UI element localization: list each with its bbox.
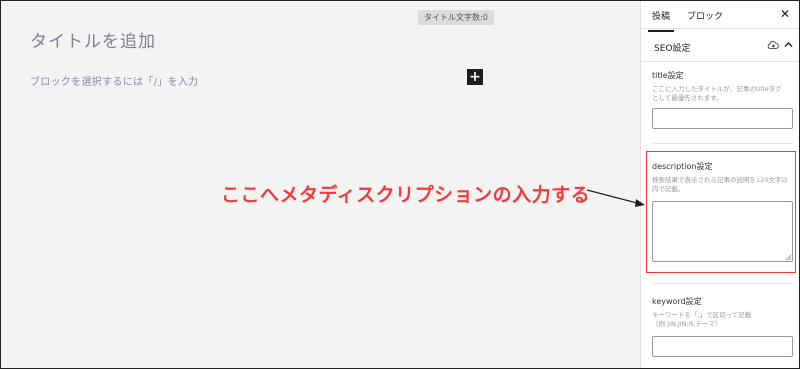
block-prompt[interactable]: ブロックを選択するには「/」を入力 [30,73,198,88]
sidebar-tabs: 投稿 ブロック ✕ [641,1,799,32]
app-frame: タイトル文字数:0 タイトルを追加 ブロックを選択するには「/」を入力 + 投稿… [0,0,800,369]
cloud-icon [767,40,779,49]
keyword-setting-label: keyword設定 [652,297,702,306]
annotation-text: ここへメタディスクリプションの入力する [221,184,591,206]
tab-post[interactable]: 投稿 [647,9,675,32]
add-block-button[interactable]: + [467,69,483,85]
keyword-setting-input[interactable] [652,336,793,357]
close-icon[interactable]: ✕ [780,7,790,21]
seo-panel-header[interactable]: SEO設定 [641,29,799,62]
keyword-setting-help: キーワードを「,」で区切って記載（例:JIN,JIN:R,テーマ） [652,311,752,328]
title-setting-label: title設定 [652,71,684,80]
description-setting-label: description設定 [652,162,713,171]
divider [652,143,793,144]
tab-block[interactable]: ブロック [687,9,723,22]
post-title-input[interactable]: タイトルを追加 [30,27,156,52]
description-setting-textarea[interactable] [652,201,793,262]
settings-sidebar: 投稿 ブロック ✕ SEO設定 title設定 ここに入力したタイトルが、記事の… [640,1,799,368]
title-count-badge: タイトル文字数:0 [418,10,494,25]
title-setting-input[interactable] [652,108,793,129]
resize-grip-icon[interactable] [785,254,791,260]
panel-title: SEO設定 [654,44,691,54]
chevron-up-icon[interactable] [784,41,793,48]
title-setting-help: ここに入力したタイトルが、記事のtitleタグとして最優先されます。 [652,85,782,102]
description-setting-help: 検索結果で表示される記事の説明を120文字以内で記載。 [652,176,788,193]
divider [652,283,793,284]
